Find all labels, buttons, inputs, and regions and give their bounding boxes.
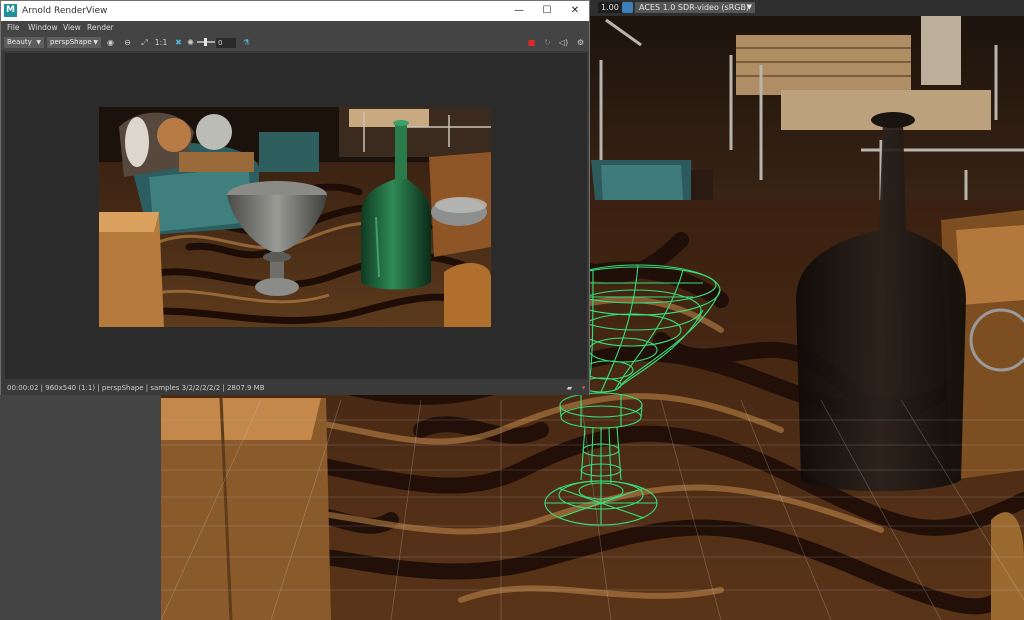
menu-view[interactable]: View	[63, 21, 81, 35]
exposure-icon[interactable]: ✺	[185, 37, 196, 48]
render-status-text: 00:00:02 | 960x540 (1:1) | perspShape | …	[7, 384, 265, 392]
color-space-label: ACES 1.0 SDR-video (sRGB)	[639, 3, 750, 12]
stop-icon[interactable]: ■	[526, 37, 537, 48]
exposure-slider-handle[interactable]	[204, 38, 207, 46]
aov-label: Beauty	[7, 38, 32, 46]
color-space-dropdown[interactable]: ACES 1.0 SDR-video (sRGB) ▼	[635, 2, 755, 13]
ratio-button[interactable]: 1:1	[154, 37, 168, 48]
chevron-down-icon: ▼	[93, 39, 98, 46]
crop-icon[interactable]: ✖	[173, 37, 184, 48]
menu-file[interactable]: File	[7, 21, 20, 35]
exposure-value-field[interactable]: 0	[216, 38, 236, 48]
camera-dropdown[interactable]: perspShape ▼	[47, 37, 101, 48]
resize-grip-icon[interactable]: ▰	[565, 384, 574, 393]
settings-icon[interactable]: ⚙	[575, 37, 586, 48]
minimize-button[interactable]: —	[505, 1, 533, 21]
aov-dropdown[interactable]: Beauty ▼	[4, 37, 44, 48]
gamma-field[interactable]: 1.00	[598, 2, 622, 13]
title-bar[interactable]: M Arnold RenderView — ☐ ✕	[1, 1, 589, 21]
render-image[interactable]	[99, 107, 491, 327]
ipr-icon[interactable]: ◁)	[558, 37, 569, 48]
chevron-down-icon: ▼	[746, 3, 752, 11]
close-button[interactable]: ✕	[561, 1, 589, 21]
maximize-button[interactable]: ☐	[533, 1, 561, 21]
viewport-side-panel	[0, 395, 162, 620]
render-image-drawing	[99, 107, 491, 327]
chevron-down-icon: ▼	[36, 39, 41, 46]
camera-label: perspShape	[50, 38, 92, 46]
render-region-icon[interactable]: ◉	[105, 37, 116, 48]
status-indicator-icon[interactable]: ▾	[579, 384, 588, 393]
arnold-app-icon: M	[4, 4, 17, 17]
menu-render[interactable]: Render	[87, 21, 114, 35]
status-bar: 00:00:02 | 960x540 (1:1) | perspShape | …	[1, 382, 589, 395]
menu-window[interactable]: Window	[28, 21, 58, 35]
snapshot-icon[interactable]: ⊖	[122, 37, 133, 48]
window-title: Arnold RenderView	[22, 6, 108, 16]
render-display-area[interactable]	[5, 53, 587, 379]
arnold-renderview-window[interactable]: M Arnold RenderView — ☐ ✕ File Window Vi…	[0, 0, 590, 395]
color-picker-icon[interactable]: ⚗	[241, 37, 252, 48]
toolbar: Beauty ▼ perspShape ▼ ◉ ⊖ ⤢ 1:1 ✖ ✺ 0 ⚗ …	[1, 35, 589, 51]
viewport-color-bar: 1.00 ACES 1.0 SDR-video (sRGB) ▼	[590, 0, 1024, 16]
menu-bar: File Window View Render	[1, 21, 589, 35]
refresh-icon[interactable]: ↻	[542, 37, 553, 48]
color-management-icon[interactable]	[622, 2, 633, 13]
fit-icon[interactable]: ⤢	[139, 37, 150, 48]
